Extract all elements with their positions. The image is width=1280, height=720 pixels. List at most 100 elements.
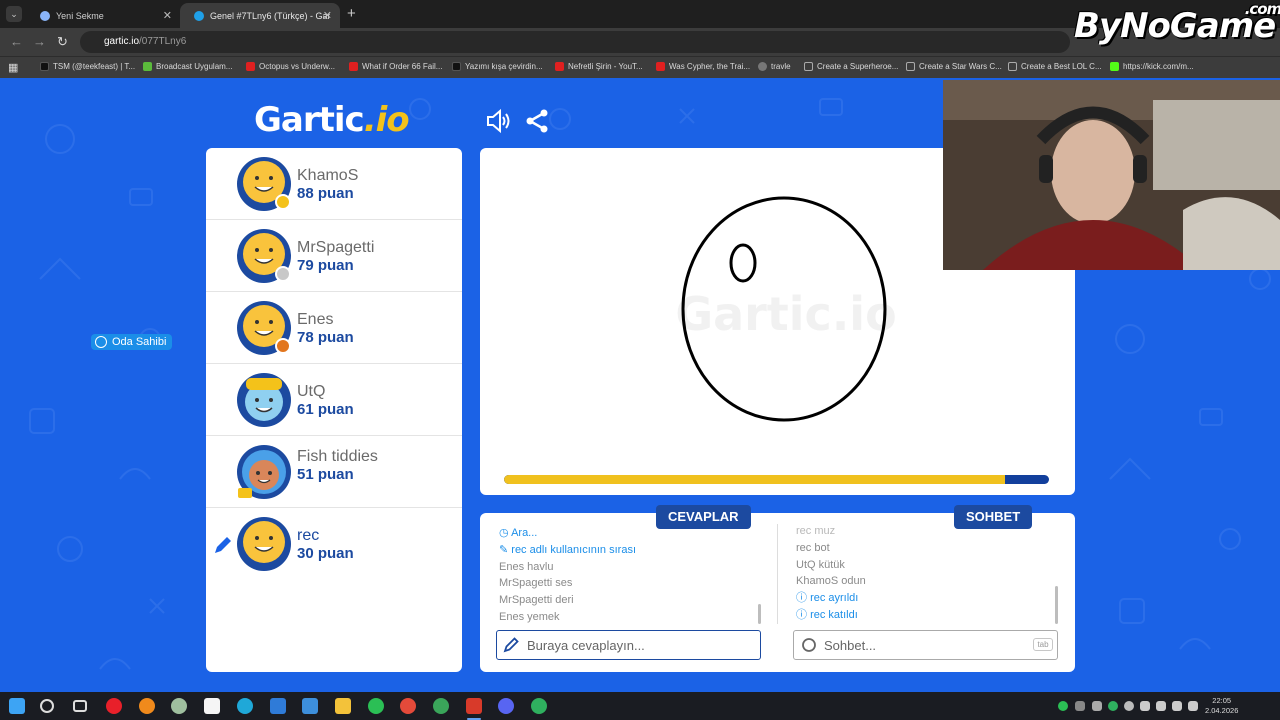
task-view-icon[interactable] xyxy=(73,700,87,712)
bookmarks-bar: ▦ TSM (@teekfeast) | T... Broadcast Uygu… xyxy=(0,56,1280,78)
bookmark-label: Create a Star Wars C... xyxy=(919,62,1002,71)
bookmark-item[interactable]: Yazımı kışa çevirdin... xyxy=(452,62,543,71)
tray-icon[interactable] xyxy=(1124,701,1134,711)
player-row[interactable]: MrSpagetti 79 puan xyxy=(206,220,462,292)
edge-icon[interactable] xyxy=(237,698,253,714)
chat-scrollbar[interactable] xyxy=(1055,586,1058,624)
tab-gartic[interactable]: Genel #7TLny6 (Türkçe) - Gartic ✕ xyxy=(180,3,340,28)
clock-icon: ◷ xyxy=(499,527,512,539)
bookmark-item[interactable]: What if Order 66 Fail... xyxy=(349,62,442,71)
message-text: rec ayrıldı xyxy=(810,592,859,605)
close-tab-icon[interactable]: ✕ xyxy=(323,9,332,22)
chat-bubble-icon xyxy=(802,638,816,652)
list-item: rec bot xyxy=(796,540,1051,557)
tab-search-icon[interactable]: ⌄ xyxy=(6,6,22,22)
whatsapp-icon[interactable] xyxy=(368,698,384,714)
bookmark-favicon-icon xyxy=(143,62,152,71)
new-tab-plus-icon[interactable]: + xyxy=(347,5,356,22)
player-name: KhamoS xyxy=(297,167,359,184)
message-text: odun xyxy=(841,575,866,588)
bookmark-label: What if Order 66 Fail... xyxy=(362,62,443,71)
webcam-overlay xyxy=(943,80,1280,270)
volume-icon[interactable] xyxy=(1188,701,1198,711)
chrome-icon[interactable] xyxy=(433,698,449,714)
network-icon[interactable] xyxy=(1156,701,1166,711)
list-item: MrSpagetti ses xyxy=(499,575,759,592)
app-icon[interactable] xyxy=(270,698,286,714)
wifi-icon[interactable] xyxy=(1172,701,1182,711)
close-tab-icon[interactable]: ✕ xyxy=(163,9,172,22)
tray-icon[interactable] xyxy=(1108,701,1118,711)
globe-icon xyxy=(758,62,767,71)
message-author: Enes xyxy=(499,560,525,573)
bookmark-item[interactable]: Create a Best LOL C... xyxy=(1008,62,1102,71)
back-icon[interactable]: ← xyxy=(10,34,23,49)
microphone-icon[interactable] xyxy=(1140,701,1150,711)
round-timer-bar xyxy=(504,475,1049,484)
status-badge xyxy=(275,266,291,282)
owner-icon xyxy=(95,336,107,348)
player-name: UtQ xyxy=(297,383,326,400)
forward-icon[interactable]: → xyxy=(33,34,46,49)
page-icon xyxy=(804,62,813,71)
tiktok-icon xyxy=(452,62,461,71)
player-row[interactable]: Enes 78 puan xyxy=(206,292,462,364)
bookmark-item[interactable]: https://kick.com/m... xyxy=(1110,62,1194,71)
bookmark-item[interactable]: Broadcast Uygulam... xyxy=(143,62,232,71)
apps-grid-icon[interactable]: ▦ xyxy=(8,61,18,74)
bookmark-item[interactable]: Nefretli Şirin - YouT... xyxy=(555,62,643,71)
tab-title: Yeni Sekme xyxy=(56,10,104,21)
tray-icon[interactable] xyxy=(1092,701,1102,711)
pencil-icon xyxy=(503,637,519,653)
new-tab-favicon-icon xyxy=(40,10,50,21)
page-icon xyxy=(1008,62,1017,71)
url-field[interactable]: gartic.io/077TLny6 xyxy=(80,31,1070,53)
player-row-drawing[interactable]: rec 30 puan xyxy=(206,508,462,580)
share-icon[interactable] xyxy=(524,108,550,134)
app-icon[interactable] xyxy=(302,698,318,714)
sound-icon[interactable] xyxy=(485,108,511,134)
windows-taskbar xyxy=(0,692,1280,720)
reload-icon[interactable]: ↻ xyxy=(57,34,68,50)
bookmark-item[interactable]: Was Cypher, the Trai... xyxy=(656,62,750,71)
clock[interactable]: 22:05 2.04.2026 xyxy=(1205,696,1238,716)
store-icon[interactable] xyxy=(204,698,220,714)
chat-input[interactable] xyxy=(793,630,1058,660)
bookmark-item[interactable]: Create a Superheroe... xyxy=(804,62,898,71)
windows-start-icon[interactable] xyxy=(9,698,25,714)
answer-input[interactable] xyxy=(496,630,761,660)
avatar xyxy=(237,157,291,211)
answers-list: ◷ Ara... ✎ rec adlı kullanıcının sırası … xyxy=(499,525,759,626)
bookmark-label: Was Cypher, the Trai... xyxy=(669,62,751,71)
bookmark-item[interactable]: travle xyxy=(758,62,791,71)
tab-new-tab[interactable]: Yeni Sekme ✕ xyxy=(26,3,180,28)
search-icon[interactable] xyxy=(40,699,54,713)
chrome-icon[interactable] xyxy=(400,698,416,714)
watermark-suffix: .com xyxy=(1244,0,1280,18)
clock-date: 2.04.2026 xyxy=(1205,706,1239,715)
tray-icon[interactable] xyxy=(1058,701,1068,711)
bookmark-item[interactable]: TSM (@teekfeast) | T... xyxy=(40,62,135,71)
app-icon[interactable] xyxy=(531,698,547,714)
answers-scrollbar[interactable] xyxy=(758,604,761,624)
url-host: gartic.io xyxy=(104,36,140,47)
gartic-app-icon[interactable] xyxy=(466,698,482,714)
message-text: ses xyxy=(555,577,573,590)
bookmark-item[interactable]: Create a Star Wars C... xyxy=(906,62,1002,71)
kick-icon xyxy=(1110,62,1119,71)
message-author: Enes xyxy=(499,610,525,623)
folder-icon[interactable] xyxy=(335,698,351,714)
app-icon[interactable] xyxy=(171,698,187,714)
tiktok-icon xyxy=(40,62,49,71)
player-row[interactable]: UtQ 61 puan xyxy=(206,364,462,436)
bookmark-item[interactable]: Octopus vs Underw... xyxy=(246,62,335,71)
discord-icon[interactable] xyxy=(498,698,514,714)
list-item: KhamoS odun xyxy=(796,573,1051,590)
player-row[interactable]: Fish tiddies 51 puan xyxy=(206,436,462,508)
timer-fill xyxy=(504,475,1006,484)
list-item: ⓘ rec ayrıldı xyxy=(796,590,1051,607)
tray-icon[interactable] xyxy=(1075,701,1085,711)
firefox-icon[interactable] xyxy=(139,698,155,714)
player-row[interactable]: KhamoS 88 puan xyxy=(206,148,462,220)
opera-icon[interactable] xyxy=(106,698,122,714)
